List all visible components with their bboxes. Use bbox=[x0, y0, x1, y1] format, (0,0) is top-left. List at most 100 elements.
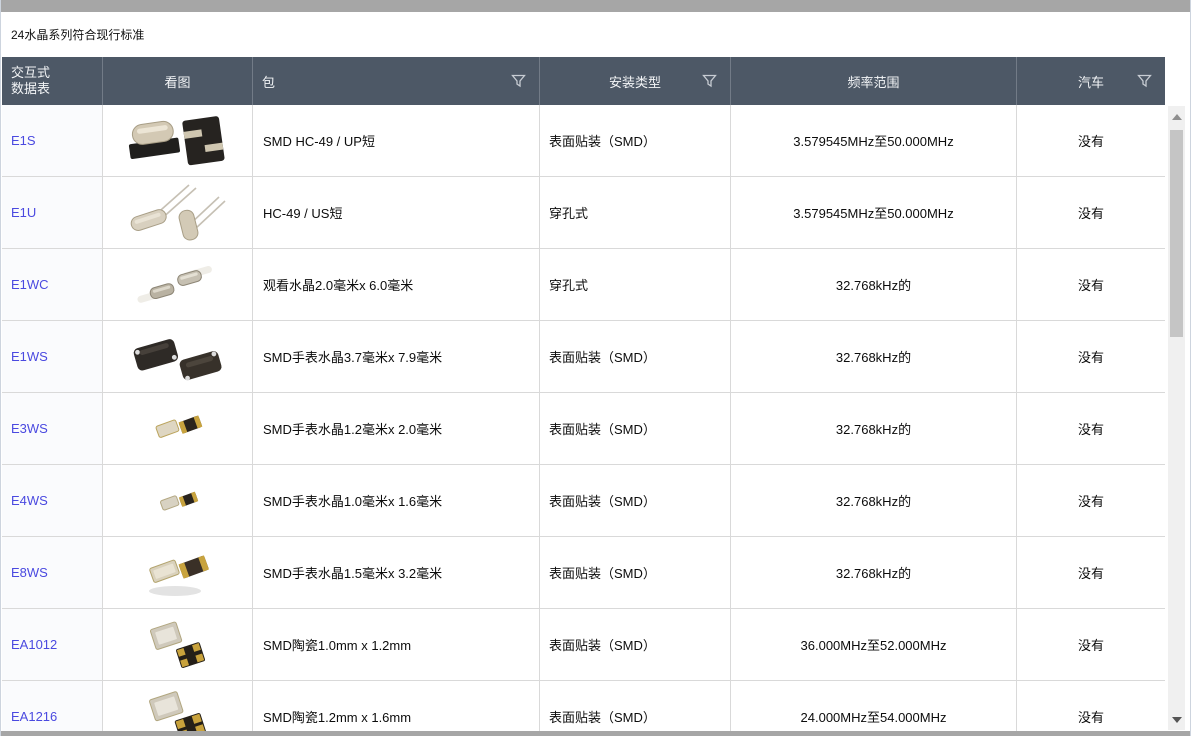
scroll-down-button[interactable] bbox=[1168, 711, 1185, 728]
automotive-text: 没有 bbox=[1078, 347, 1104, 366]
mount-cell: 穿孔式 bbox=[540, 177, 731, 248]
table-header: 交互式 数据表 看图 包 安装类型 频率范围 汽车 bbox=[2, 57, 1165, 105]
datasheet-cell: E1WC bbox=[2, 249, 103, 320]
datasheet-cell: E1WS bbox=[2, 321, 103, 392]
image-cell[interactable] bbox=[103, 609, 253, 680]
datasheet-cell: EA1012 bbox=[2, 609, 103, 680]
scroll-up-button[interactable] bbox=[1168, 108, 1185, 125]
image-cell[interactable] bbox=[103, 177, 253, 248]
mount-cell: 表面贴装（SMD） bbox=[540, 537, 731, 608]
automotive-cell: 没有 bbox=[1017, 609, 1165, 680]
mount-text: 表面贴装（SMD） bbox=[549, 707, 656, 726]
header-frequency-range[interactable]: 频率范围 bbox=[731, 57, 1017, 105]
table-row-e1wc: E1WC 观看水晶2.0毫米x 6.0毫米 穿孔式 bbox=[2, 249, 1165, 321]
product-photo-watch-smd-large bbox=[123, 327, 233, 387]
automotive-cell: 没有 bbox=[1017, 681, 1165, 736]
frequency-text: 32.768kHz的 bbox=[836, 563, 911, 582]
frequency-cell: 3.579545MHz至50.000MHz bbox=[731, 177, 1017, 248]
table-body: E1S SMD HC bbox=[2, 105, 1165, 736]
header-datasheet[interactable]: 交互式 数据表 bbox=[2, 57, 103, 105]
automotive-cell: 没有 bbox=[1017, 249, 1165, 320]
mount-text: 表面贴装（SMD） bbox=[549, 419, 656, 438]
frequency-text: 32.768kHz的 bbox=[836, 419, 911, 438]
automotive-text: 没有 bbox=[1078, 491, 1104, 510]
frequency-text: 3.579545MHz至50.000MHz bbox=[793, 131, 953, 150]
automotive-cell: 没有 bbox=[1017, 537, 1165, 608]
automotive-text: 没有 bbox=[1078, 563, 1104, 582]
header-package[interactable]: 包 bbox=[253, 57, 540, 105]
frequency-text: 3.579545MHz至50.000MHz bbox=[793, 203, 953, 222]
product-photo-cylinder bbox=[123, 255, 233, 315]
automotive-cell: 没有 bbox=[1017, 393, 1165, 464]
vertical-scrollbar[interactable] bbox=[1168, 106, 1185, 730]
header-mount-type[interactable]: 安装类型 bbox=[540, 57, 731, 105]
datasheet-link[interactable]: EA1216 bbox=[11, 709, 57, 724]
filter-icon-package[interactable] bbox=[511, 74, 526, 89]
datasheet-link[interactable]: E8WS bbox=[11, 565, 48, 580]
mount-cell: 表面贴装（SMD） bbox=[540, 321, 731, 392]
header-automotive[interactable]: 汽车 bbox=[1017, 57, 1165, 105]
image-cell[interactable] bbox=[103, 249, 253, 320]
package-cell: SMD手表水晶1.5毫米x 3.2毫米 bbox=[253, 537, 540, 608]
product-photo-watch-smd-medium bbox=[123, 543, 233, 603]
image-cell[interactable] bbox=[103, 465, 253, 536]
package-text: SMD手表水晶1.5毫米x 3.2毫米 bbox=[263, 563, 442, 582]
table-row-ea1216: EA1216 SMD陶瓷1.2mm x 1.6mm bbox=[2, 681, 1165, 736]
products-table: 交互式 数据表 看图 包 安装类型 频率范围 汽车 bbox=[2, 57, 1165, 736]
automotive-text: 没有 bbox=[1078, 275, 1104, 294]
datasheet-link[interactable]: E3WS bbox=[11, 421, 48, 436]
automotive-cell: 没有 bbox=[1017, 105, 1165, 176]
mount-cell: 表面贴装（SMD） bbox=[540, 609, 731, 680]
mount-text: 表面贴装（SMD） bbox=[549, 491, 656, 510]
header-mount-type-label: 安装类型 bbox=[609, 72, 661, 91]
datasheet-link[interactable]: EA1012 bbox=[11, 637, 57, 652]
image-cell[interactable] bbox=[103, 321, 253, 392]
package-text: SMD手表水晶1.0毫米x 1.6毫米 bbox=[263, 491, 442, 510]
image-cell[interactable] bbox=[103, 537, 253, 608]
mount-cell: 表面贴装（SMD） bbox=[540, 393, 731, 464]
package-cell: SMD陶瓷1.0mm x 1.2mm bbox=[253, 609, 540, 680]
mount-text: 表面贴装（SMD） bbox=[549, 347, 656, 366]
datasheet-link[interactable]: E1WC bbox=[11, 277, 49, 292]
package-cell: HC-49 / US短 bbox=[253, 177, 540, 248]
mount-text: 穿孔式 bbox=[549, 275, 588, 294]
package-text: SMD陶瓷1.0mm x 1.2mm bbox=[263, 635, 411, 654]
datasheet-link[interactable]: E1WS bbox=[11, 349, 48, 364]
table-row-e1u: E1U HC-49 / US短 穿孔式 3.579545MHz至50.000MH… bbox=[2, 177, 1165, 249]
table-row-e3ws: E3WS SMD手表水晶1.2毫米x 2.0毫米 表面贴装（SMD） 32.76… bbox=[2, 393, 1165, 465]
frequency-cell: 36.000MHz至52.000MHz bbox=[731, 609, 1017, 680]
mount-text: 表面贴装（SMD） bbox=[549, 635, 656, 654]
frequency-text: 32.768kHz的 bbox=[836, 491, 911, 510]
mount-text: 穿孔式 bbox=[549, 203, 588, 222]
package-cell: SMD手表水晶1.0毫米x 1.6毫米 bbox=[253, 465, 540, 536]
image-cell[interactable] bbox=[103, 681, 253, 736]
filter-icon-automotive[interactable] bbox=[1137, 74, 1152, 89]
header-datasheet-line1: 交互式 bbox=[11, 65, 50, 81]
table-row-e8ws: E8WS SMD手表水晶1.5毫米x 3.2毫米 表面贴装（ bbox=[2, 537, 1165, 609]
automotive-cell: 没有 bbox=[1017, 177, 1165, 248]
table-row-e1s: E1S SMD HC bbox=[2, 105, 1165, 177]
scrollbar-thumb[interactable] bbox=[1170, 130, 1183, 337]
datasheet-link[interactable]: E1S bbox=[11, 133, 36, 148]
datasheet-link[interactable]: E4WS bbox=[11, 493, 48, 508]
frequency-cell: 32.768kHz的 bbox=[731, 321, 1017, 392]
table-row-e4ws: E4WS SMD手表水晶1.0毫米x 1.6毫米 表面贴装（SMD） 32.76… bbox=[2, 465, 1165, 537]
mount-text: 表面贴装（SMD） bbox=[549, 563, 656, 582]
package-text: SMD陶瓷1.2mm x 1.6mm bbox=[263, 707, 411, 726]
filter-icon-mount-type[interactable] bbox=[702, 74, 717, 89]
window-top-bar bbox=[1, 0, 1190, 12]
package-text: HC-49 / US短 bbox=[263, 203, 342, 222]
header-frequency-range-label: 频率范围 bbox=[847, 72, 899, 91]
image-cell[interactable] bbox=[103, 393, 253, 464]
page-title-area: 24水晶系列符合现行标准 bbox=[1, 12, 1190, 57]
frequency-text: 36.000MHz至52.000MHz bbox=[801, 635, 947, 654]
scroll-down-icon bbox=[1172, 717, 1182, 723]
datasheet-link[interactable]: E1U bbox=[11, 205, 36, 220]
header-image[interactable]: 看图 bbox=[103, 57, 253, 105]
frequency-cell: 32.768kHz的 bbox=[731, 249, 1017, 320]
package-cell: SMD手表水晶1.2毫米x 2.0毫米 bbox=[253, 393, 540, 464]
image-cell[interactable] bbox=[103, 105, 253, 176]
table-row-ea1012: EA1012 SMD陶瓷1.0mm x 1.2mm bbox=[2, 609, 1165, 681]
package-cell: 观看水晶2.0毫米x 6.0毫米 bbox=[253, 249, 540, 320]
header-image-label: 看图 bbox=[164, 72, 190, 91]
